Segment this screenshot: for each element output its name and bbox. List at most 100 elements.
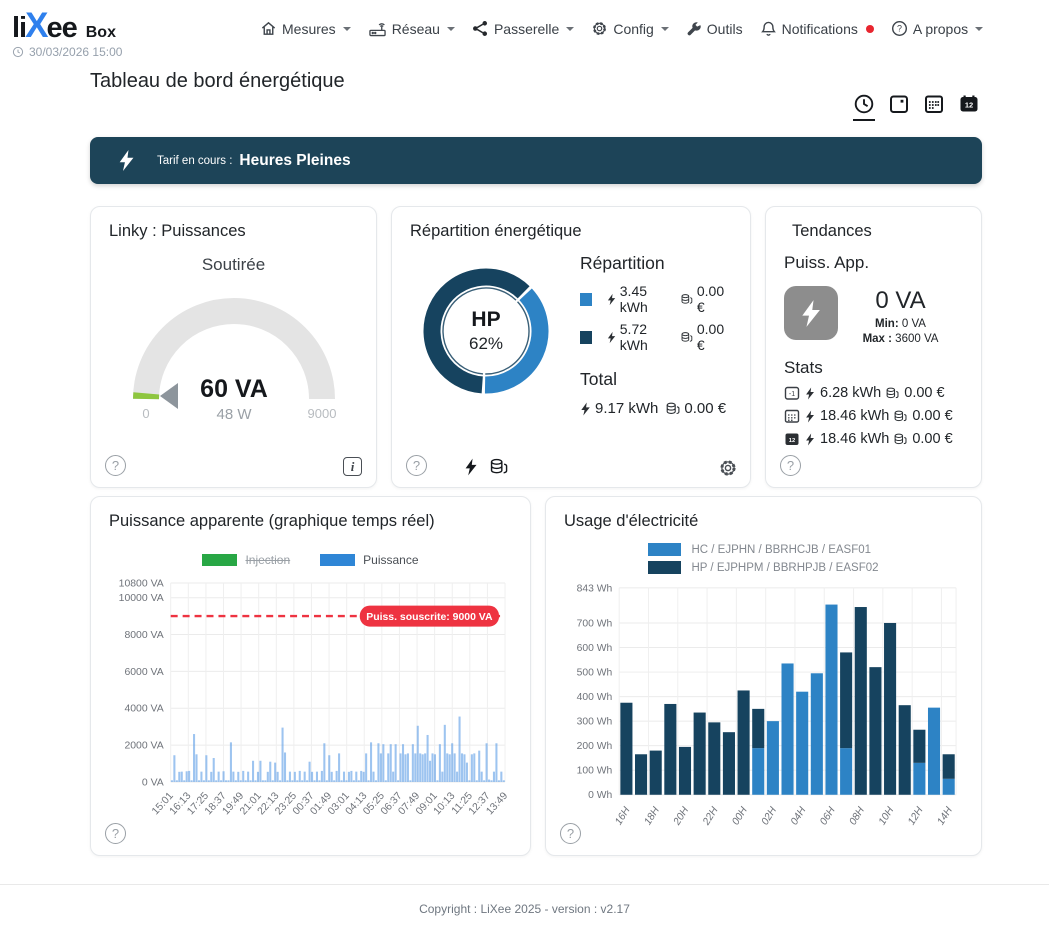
stat-cost: 0.00 € — [912, 408, 952, 424]
injection-swatch — [202, 554, 237, 566]
svg-text:00H: 00H — [731, 805, 751, 827]
lixee-logo[interactable]: liXee Box — [12, 6, 116, 46]
logo-x: X — [25, 6, 47, 46]
range-day-button[interactable] — [888, 93, 910, 121]
card-linky-puissances: Linky : Puissances Soutirée 60 VA 0 48 W… — [90, 206, 377, 488]
bolt-icon — [805, 433, 815, 446]
puissance-swatch — [320, 554, 355, 566]
svg-text:Puiss. souscrite: 9000 VA: Puiss. souscrite: 9000 VA — [366, 612, 493, 623]
repartition-donut: HP 62% — [416, 261, 556, 401]
coins-icon — [886, 387, 899, 400]
question-circle-icon: ? — [891, 20, 908, 37]
stat-cost: 0.00 € — [912, 431, 952, 447]
nav-item-outils[interactable]: Outils — [686, 21, 743, 37]
stat-cost: 0.00 € — [904, 385, 944, 401]
home-icon — [260, 20, 277, 37]
power-badge — [784, 286, 838, 340]
settings-gear-icon[interactable] — [718, 458, 738, 478]
injection-label: Injection — [245, 553, 290, 567]
stat-energy: 18.46 kWh — [820, 408, 889, 424]
bolt-icon — [607, 293, 616, 306]
help-button[interactable]: ? — [105, 823, 126, 844]
repartition-row-hc[interactable]: 3.45 kWh 0.00 € — [580, 283, 732, 315]
nav-item-reseau[interactable]: Réseau — [368, 20, 455, 37]
nav-item-passerelle[interactable]: Passerelle — [472, 20, 574, 37]
svg-text:200 Wh: 200 Wh — [577, 741, 613, 752]
legend-puissance[interactable]: Puissance — [320, 553, 418, 567]
datetime-text: 30/03/2026 15:00 — [29, 45, 122, 59]
hc-swatch — [580, 293, 592, 306]
hp-swatch — [580, 331, 592, 344]
hp-energy: 5.72 kWh — [620, 321, 673, 353]
nav-label-mesures: Mesures — [282, 21, 336, 37]
calendar-month-icon — [923, 93, 945, 115]
cards-row-2: Puissance apparente (graphique temps rée… — [90, 496, 982, 856]
svg-text:2000 VA: 2000 VA — [124, 741, 163, 752]
legend-injection[interactable]: Injection — [202, 553, 290, 567]
svg-text:4000 VA: 4000 VA — [124, 704, 163, 715]
hc-energy: 3.45 kWh — [620, 283, 673, 315]
range-month-button[interactable] — [923, 93, 945, 121]
donut-chart — [416, 261, 556, 401]
main-nav: Mesures Réseau Passerelle Config Outils … — [260, 20, 983, 37]
svg-text:16H: 16H — [613, 805, 633, 827]
svg-text:100 Wh: 100 Wh — [577, 766, 613, 777]
repartition-row-hp[interactable]: 5.72 kWh 0.00 € — [580, 321, 732, 353]
help-button[interactable]: ? — [105, 455, 126, 476]
svg-text:0 VA: 0 VA — [142, 777, 164, 788]
bolt-icon — [805, 410, 815, 423]
hc-series-label: HC / EJPHN / BBRHCJB / EASF01 — [691, 544, 871, 556]
gauge-needle — [160, 383, 178, 409]
bolt-icon — [118, 149, 135, 172]
legend-hc[interactable]: HC / EJPHN / BBRHCJB / EASF01 — [648, 543, 878, 556]
help-button[interactable]: ? — [780, 455, 801, 476]
power-min: Min: 0 VA — [838, 318, 963, 330]
power-gauge: 60 VA 0 48 W 9000 — [109, 277, 359, 427]
tariff-banner: Tarif en cours : Heures Pleines — [90, 137, 982, 184]
tendances-subtitle: Puiss. App. — [784, 253, 963, 273]
stats-title: Stats — [784, 358, 963, 378]
svg-text:843 Wh: 843 Wh — [577, 583, 613, 594]
svg-text:04H: 04H — [789, 805, 809, 827]
svg-text:12H: 12H — [906, 805, 926, 827]
nav-label-reseau: Réseau — [392, 21, 440, 37]
total-cost: 0.00 € — [684, 400, 726, 417]
range-realtime-button[interactable] — [853, 93, 875, 121]
svg-text:20H: 20H — [671, 805, 691, 828]
calendar-day-icon — [888, 93, 910, 115]
nav-item-notifications[interactable]: Notifications — [760, 20, 874, 37]
coins-toggle-icon[interactable] — [490, 458, 508, 476]
card-tendances-title: Tendances — [784, 222, 963, 241]
copyright-text: Copyright : LiXee 2025 - version : v2.17 — [419, 902, 630, 916]
top-bar: liXee Box 30/03/2026 15:00 Mesures Résea… — [0, 0, 1049, 62]
page-title: Tableau de bord énergétique — [90, 70, 982, 93]
share-nodes-icon — [472, 20, 489, 37]
svg-text:6000 VA: 6000 VA — [124, 667, 163, 678]
router-icon — [368, 20, 387, 37]
range-year-button[interactable]: 12 — [958, 93, 980, 121]
main-content: Tableau de bord énergétique 12 Tarif en … — [90, 62, 982, 856]
bolt-icon — [607, 331, 616, 344]
calendar-year-icon: 12 — [784, 431, 800, 447]
help-button[interactable]: ? — [406, 455, 427, 476]
card-repartition: Répartition énergétique HP 62% Répartiti… — [391, 206, 751, 488]
card-puissance-title: Puissance apparente (graphique temps rée… — [109, 512, 512, 531]
coins-icon — [681, 331, 693, 344]
gauge-value: 60 VA — [200, 375, 268, 403]
hc-cost: 0.00 € — [697, 283, 732, 315]
bolt-toggle-icon[interactable] — [464, 458, 478, 476]
nav-item-mesures[interactable]: Mesures — [260, 20, 351, 37]
card-usage-electricite: Usage d'électricité HC / EJPHN / BBRHCJB… — [545, 496, 982, 856]
svg-text:700 Wh: 700 Wh — [577, 618, 613, 629]
svg-text:18H: 18H — [643, 805, 663, 827]
svg-text:12: 12 — [965, 100, 973, 109]
coins-icon — [681, 293, 693, 306]
svg-text:10800 VA: 10800 VA — [119, 578, 164, 589]
help-button[interactable]: ? — [560, 823, 581, 844]
nav-item-config[interactable]: Config — [591, 20, 668, 37]
nav-item-a-propos[interactable]: ? A propos — [891, 20, 983, 37]
unit-toggles — [464, 458, 508, 476]
legend-hp[interactable]: HP / EJPHPM / BBRHPJB / EASF02 — [648, 561, 878, 574]
gauge-min: 0 — [142, 406, 149, 421]
info-button[interactable]: i — [343, 457, 362, 476]
